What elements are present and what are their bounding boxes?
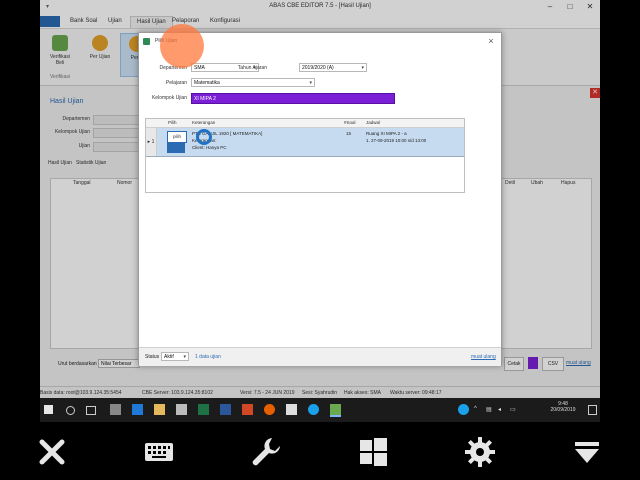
row-selector[interactable]: ▸ 1 bbox=[146, 128, 157, 156]
dialog-close-icon[interactable]: × bbox=[485, 35, 497, 47]
pilih-cell-highlight bbox=[167, 142, 185, 153]
col-soal: #Soal bbox=[344, 120, 356, 125]
keyboard-tray-icon[interactable]: ▭ bbox=[510, 406, 516, 413]
gear-icon[interactable] bbox=[462, 434, 498, 470]
col-pilih: Pilih bbox=[168, 120, 177, 125]
chevron-down-icon: ▾ bbox=[361, 65, 364, 71]
wrench-icon[interactable] bbox=[248, 434, 284, 470]
teamviewer-icon[interactable] bbox=[308, 404, 319, 415]
edge-icon[interactable] bbox=[132, 404, 143, 415]
jadwal-time: 1. 27-09-2019 10:00 s/d 13:00 bbox=[366, 138, 427, 143]
app-icon[interactable] bbox=[286, 404, 297, 415]
status-label: Status bbox=[145, 354, 160, 360]
data-count: 1 data ujian bbox=[195, 354, 221, 360]
col-jadwal: Jadwal bbox=[366, 120, 381, 125]
kelompok-ujian-value: XI MIPA 2 bbox=[194, 96, 216, 102]
chevron-down-icon: ▾ bbox=[309, 80, 312, 86]
dropdown-icon[interactable] bbox=[569, 434, 605, 470]
kelompok-ujian-label: Kelompok Ujian bbox=[151, 95, 187, 101]
touch-point-indicator bbox=[160, 24, 204, 68]
pelajaran-value: Matematika bbox=[194, 80, 220, 86]
volume-icon[interactable]: ◂ bbox=[498, 406, 501, 413]
pilih-label: pilih bbox=[172, 134, 181, 139]
pilih-ujian-dialog: Pilih Ujian × Departemen SMA▾ Tahun Ajar… bbox=[138, 32, 502, 366]
soal-count: 15 bbox=[346, 131, 352, 136]
excel-icon[interactable] bbox=[198, 404, 209, 415]
search-icon[interactable] bbox=[66, 406, 75, 415]
dialog-refresh-link[interactable]: muat ulang bbox=[471, 354, 496, 360]
file-explorer-icon[interactable] bbox=[154, 404, 165, 415]
powerpoint-icon[interactable] bbox=[242, 404, 253, 415]
firefox-icon[interactable] bbox=[264, 404, 275, 415]
kelompok-ujian-select[interactable]: XI MIPA 2 bbox=[191, 93, 395, 104]
close-icon[interactable] bbox=[34, 434, 70, 470]
departemen-value: SMA bbox=[194, 65, 205, 71]
status-value: Aktif bbox=[164, 354, 174, 360]
windows-icon[interactable] bbox=[355, 434, 391, 470]
taskbar: ^ ▤ ◂ ▭ 9:48 20/09/2019 bbox=[40, 398, 600, 422]
pelajaran-select[interactable]: Matematika ▾ bbox=[191, 78, 315, 87]
tahun-ajaran-select[interactable]: 2019/2020 (A) ▾ bbox=[299, 63, 367, 72]
clock[interactable]: 9:48 20/09/2019 bbox=[550, 401, 576, 413]
ujian-grid-header: Pilih Keterangan #Soal Jadwal bbox=[146, 119, 464, 128]
clock-date: 20/09/2019 bbox=[550, 407, 576, 413]
dialog-app-icon bbox=[143, 38, 150, 45]
task-view-icon[interactable] bbox=[86, 406, 96, 415]
word-icon[interactable] bbox=[220, 404, 231, 415]
jadwal-room: Ruang XI MIPA 2 - a bbox=[366, 131, 407, 136]
abas-cbe-icon[interactable] bbox=[330, 404, 341, 417]
keyboard-icon[interactable] bbox=[141, 434, 177, 470]
row-number: 1 bbox=[151, 139, 155, 145]
tahun-ajaran-label: Tahun Ajaran bbox=[237, 65, 267, 71]
ujian-grid: Pilih Keterangan #Soal Jadwal ▸ 1 pilih … bbox=[145, 118, 465, 193]
pelajaran-label: Pelajaran bbox=[165, 80, 187, 86]
keterangan-client: Client: Hanya PC bbox=[192, 145, 227, 150]
mail-icon[interactable] bbox=[110, 404, 121, 415]
start-icon[interactable] bbox=[44, 405, 53, 414]
touch-indicator-icon bbox=[196, 129, 212, 145]
notification-icon[interactable] bbox=[588, 405, 597, 415]
store-icon[interactable] bbox=[176, 404, 187, 415]
status-select[interactable]: Aktif ▾ bbox=[161, 352, 189, 361]
tahun-ajaran-value: 2019/2020 (A) bbox=[302, 65, 334, 71]
tray-app-icon[interactable] bbox=[458, 404, 469, 415]
tray-chevron-icon[interactable]: ^ bbox=[474, 406, 477, 412]
col-keterangan: Keterangan bbox=[192, 120, 216, 125]
chevron-down-icon: ▾ bbox=[183, 354, 186, 360]
network-icon[interactable]: ▤ bbox=[486, 406, 492, 413]
dialog-bottom-bar: Status Aktif ▾ 1 data ujian muat ulang bbox=[139, 347, 501, 366]
remote-toolbar bbox=[0, 422, 640, 480]
